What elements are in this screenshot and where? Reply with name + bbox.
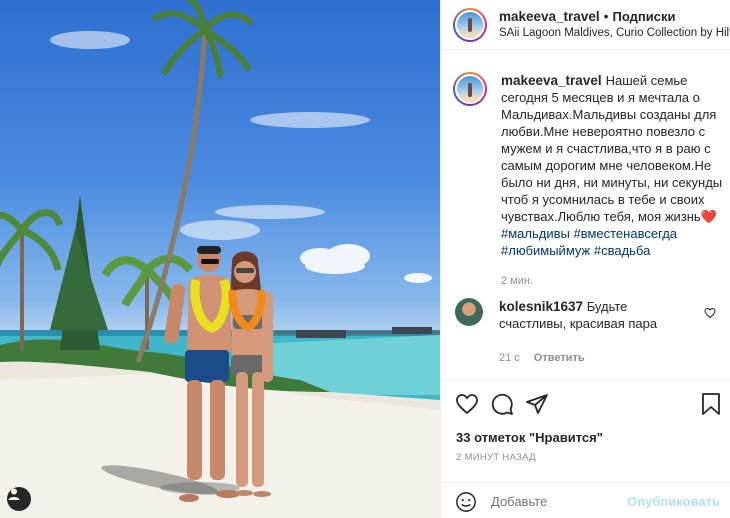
reply-button[interactable]: Ответить — [534, 352, 585, 364]
caption-text: Нашей семье сегодня 5 месяцев и я мечтал… — [501, 73, 723, 224]
user-tag-icon[interactable] — [7, 487, 31, 511]
post-photo[interactable] — [0, 0, 440, 518]
share-icon[interactable] — [525, 392, 549, 419]
post-location[interactable]: SAii Lagoon Maldives, Curio Collection b… — [499, 25, 730, 41]
add-comment-bar: Опубликовать — [441, 482, 730, 518]
caption-author-avatar[interactable] — [453, 72, 487, 106]
publish-button[interactable]: Опубликовать — [627, 494, 720, 509]
bookmark-icon[interactable] — [699, 392, 723, 419]
heart-emoji: ❤️ — [700, 209, 717, 224]
commenter-avatar[interactable] — [455, 298, 483, 326]
commenter-username[interactable]: kolesnik1637 — [499, 299, 583, 314]
posted-time: 2 МИНУТ НАЗАД — [456, 452, 536, 463]
post-caption: makeeva_travel Нашей семье сегодня 5 меся… — [453, 72, 724, 290]
comment-item: kolesnik1637 Будьте счастливы, красивая … — [455, 298, 724, 367]
comment-icon[interactable] — [490, 392, 514, 419]
post-header: makeeva_travel • Подписки SAii Lagoon Mald… — [441, 0, 730, 50]
post-actions: 33 отметок "Нравится" 2 МИНУТ НАЗАД Опуб… — [441, 379, 730, 518]
following-button[interactable]: Подписки — [613, 9, 676, 24]
beach-photo-illustration — [0, 0, 440, 518]
caption-time: 2 мин. — [501, 275, 534, 287]
caption-username[interactable]: makeeva_travel — [501, 73, 602, 88]
comment-time: 21 с — [499, 352, 520, 364]
comment-like-icon[interactable] — [704, 306, 716, 322]
comment-input[interactable] — [491, 494, 621, 509]
separator-dot: • — [603, 8, 609, 24]
emoji-icon[interactable] — [455, 491, 477, 516]
heart-icon[interactable] — [455, 392, 479, 419]
author-username[interactable]: makeeva_travel — [499, 9, 600, 24]
likes-count[interactable]: 33 отметок "Нравится" — [456, 430, 603, 445]
post-side-panel: makeeva_travel • Подписки SAii Lagoon Mald… — [440, 0, 730, 518]
author-avatar[interactable] — [453, 7, 487, 42]
instagram-post-modal: makeeva_travel • Подписки SAii Lagoon Mald… — [0, 0, 730, 518]
caption-hashtags[interactable]: #мальдивы #вместенавсегда #любимыймуж #с… — [501, 226, 677, 258]
